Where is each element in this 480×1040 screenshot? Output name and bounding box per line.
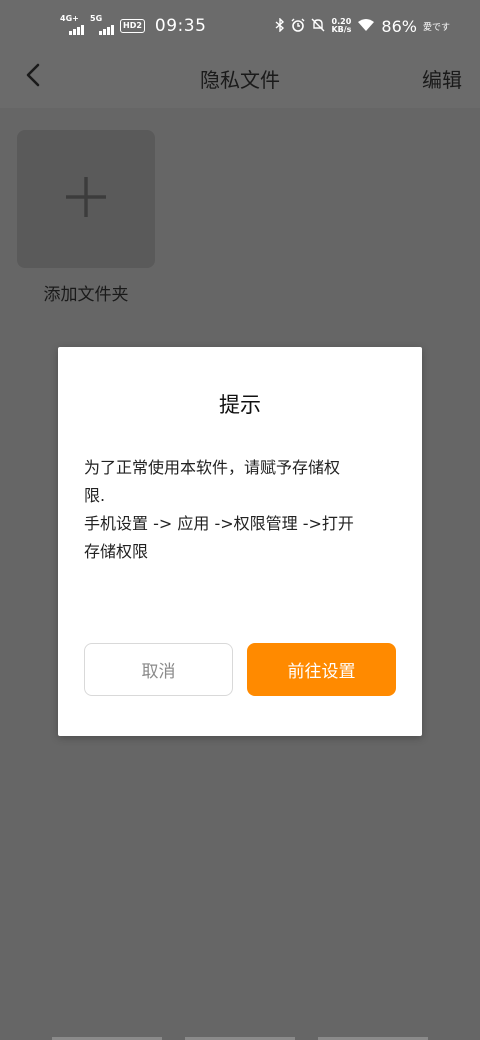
page-title: 隐私文件 <box>200 68 280 92</box>
battery-level: 86% <box>381 16 417 36</box>
sim1-signal-icon: 4G+ <box>60 14 84 35</box>
wifi-icon <box>357 17 375 36</box>
clock: 09:35 <box>154 16 207 36</box>
add-folder-label: 添加文件夹 <box>43 285 129 305</box>
app-header: 隐私文件 编辑 <box>0 52 480 108</box>
sim1-network-type: 4G+ <box>60 14 79 23</box>
cancel-button[interactable]: 取消 <box>84 643 233 696</box>
bluetooth-icon <box>275 16 285 35</box>
sim2-signal-icon: 5G <box>90 14 114 35</box>
dialog-message: 为了正常使用本软件，请赋予存储权 限. 手机设置 -> 应用 ->权限管理 ->… <box>84 458 354 561</box>
status-right: 0.20 KB/s 86% 愛です <box>275 17 450 36</box>
dialog-title: 提示 <box>219 393 261 417</box>
hd-voice-badge: HD2 <box>120 19 145 33</box>
sim2-network-type: 5G <box>90 14 103 23</box>
status-bar: 4G+ 5G HD2 09:35 0.20 KB/s 86% 愛です <box>0 0 480 52</box>
alarm-icon <box>291 18 305 35</box>
edit-button[interactable]: 编辑 <box>422 64 462 93</box>
plus-icon <box>64 175 108 223</box>
input-method-indicator: 愛です <box>422 22 450 33</box>
go-to-settings-button[interactable]: 前往设置 <box>247 643 396 696</box>
mute-icon <box>311 18 325 35</box>
permission-dialog: 提示 为了正常使用本软件，请赋予存储权 限. 手机设置 -> 应用 ->权限管理… <box>58 347 422 736</box>
network-speed: 0.20 KB/s <box>331 18 351 34</box>
status-left: 4G+ 5G HD2 09:35 <box>60 14 207 37</box>
add-folder-button[interactable] <box>17 130 155 268</box>
network-speed-unit: KB/s <box>331 25 352 34</box>
